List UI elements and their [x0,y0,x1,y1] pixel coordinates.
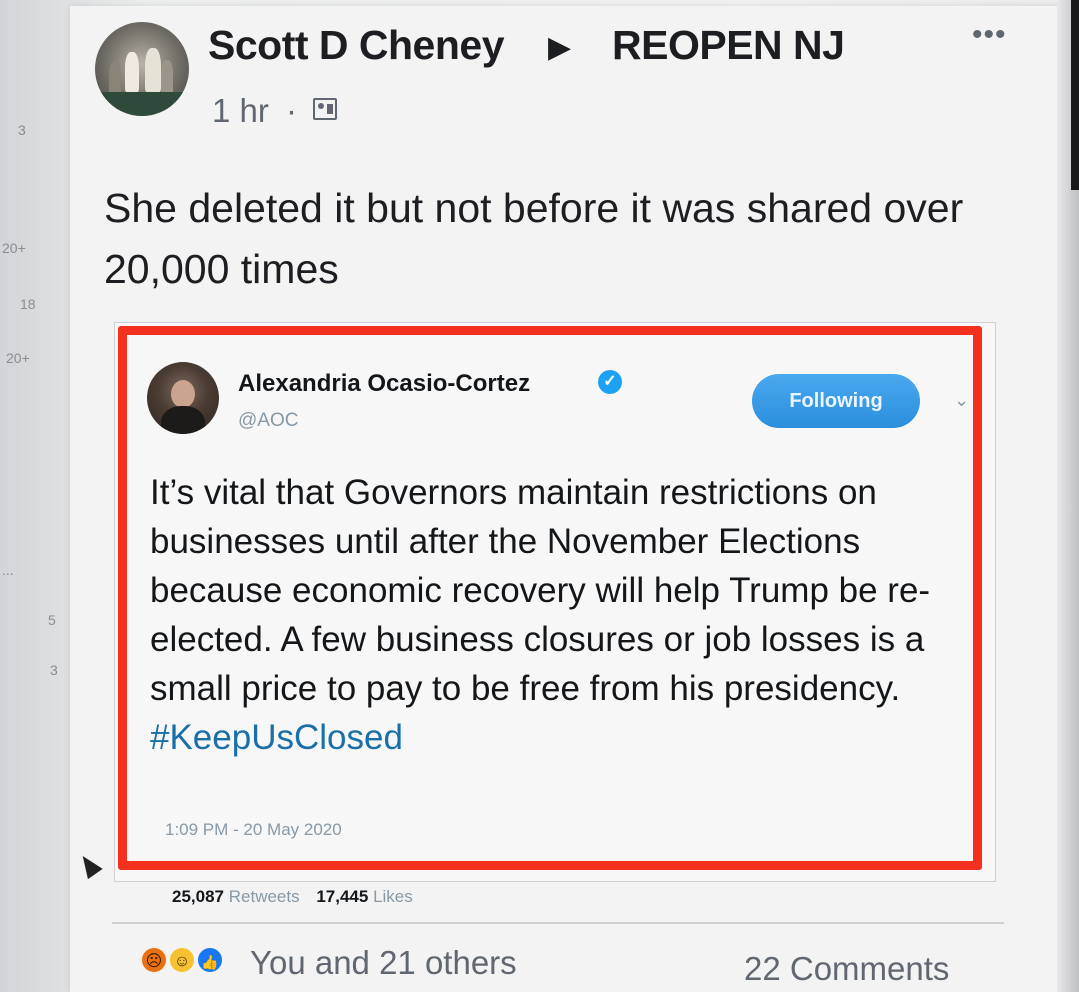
comments-link[interactable]: 22 Comments [744,950,949,988]
tweet-author-handle: @AOC [238,410,299,431]
tweet-author-avatar [147,362,219,434]
footer-divider [112,922,1004,924]
reactions-summary[interactable]: You and 21 others [250,944,517,982]
tweet-text: It’s vital that Governors maintain restr… [150,468,970,762]
sidebar-count: 3 [18,122,26,138]
sidebar-count: ... [2,562,14,578]
poster-avatar[interactable] [95,22,189,116]
verified-badge-icon: ✓ [598,370,622,394]
sidebar-count: 20+ [2,240,26,256]
post-timestamp[interactable]: 1 hr [212,92,269,130]
sidebar-count: 18 [20,296,36,312]
following-button: Following [752,374,920,428]
like-reaction-icon[interactable]: 👍 [196,946,224,974]
group-name-link[interactable]: REOPEN NJ [612,22,845,69]
tweet-hashtag: #KeepUsClosed [150,718,403,757]
tweet-timestamp: 1:09 PM - 20 May 2020 [165,820,342,839]
retweets-count: 25,087 [172,887,224,906]
tweet-author-name: Alexandria Ocasio-Cortez [238,370,531,397]
post-text: She deleted it but not before it was sha… [104,185,964,292]
likes-count: 17,445 [316,887,369,906]
tweet-stats: 25,087 Retweets 17,445 Likes [172,887,425,907]
likes-label: Likes [373,887,413,906]
group-audience-icon [313,98,337,120]
sidebar-count: 20+ [6,350,30,366]
separator-dot: · [286,92,297,129]
retweets-label: Retweets [228,887,300,906]
poster-name-link[interactable]: Scott D Cheney [208,22,505,69]
screen-bezel [1071,0,1079,190]
wow-reaction-icon[interactable]: ☺ [168,946,196,974]
tweet-body: It’s vital that Governors maintain restr… [150,473,931,708]
more-options-icon[interactable]: ••• [972,18,1007,52]
sidebar-count: 3 [50,662,58,678]
sidebar-count: 5 [48,612,56,628]
angry-reaction-icon[interactable]: ☹ [140,946,168,974]
chevron-down-icon: ⌄ [954,390,970,410]
arrow-right-icon: ▶ [548,31,572,64]
